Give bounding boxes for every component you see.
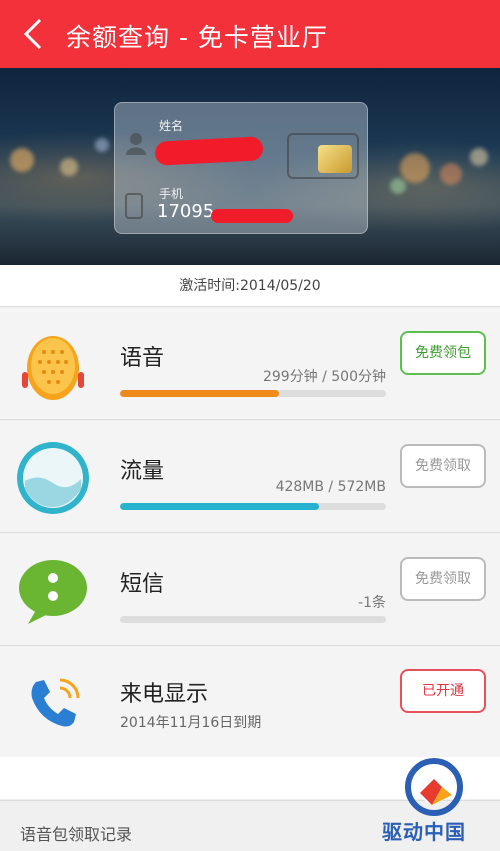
sms-progress-bar <box>120 616 386 623</box>
back-arrow-icon[interactable] <box>16 14 56 54</box>
watermark-logo: 驱动中国 <box>380 757 492 847</box>
voice-row: 语音 299分钟 / 500分钟 免费领包 <box>0 308 500 420</box>
sim-card-banner: 姓名 手机 17095 <box>0 68 500 265</box>
voice-title: 语音 <box>120 346 165 371</box>
caller-id-row: 来电显示 2014年11月16日到期 已开通 <box>0 646 500 758</box>
app-header: 余额查询 - 免卡营业厅 <box>0 0 500 68</box>
voice-usage: 299分钟 / 500分钟 <box>262 369 386 385</box>
sms-usage: -1条 <box>358 595 386 611</box>
data-usage: 428MB / 572MB <box>275 479 386 495</box>
voice-progress-bar <box>120 390 386 397</box>
phone-call-icon <box>31 678 80 727</box>
page-title: 余额查询 - 免卡营业厅 <box>66 23 328 52</box>
free-claim-sms-button[interactable]: 免费领取 <box>400 557 486 601</box>
logo-mark-icon <box>405 758 463 816</box>
sms-title: 短信 <box>120 572 165 597</box>
redaction-mark <box>211 209 293 223</box>
sms-row: 短信 -1条 免费领取 <box>0 534 500 646</box>
phone-label: 手机 <box>159 187 184 201</box>
microphone-icon <box>22 336 84 400</box>
data-row: 流量 428MB / 572MB 免费领取 <box>0 421 500 533</box>
free-claim-package-button[interactable]: 免费领包 <box>400 331 486 375</box>
data-progress-bar <box>120 503 386 510</box>
data-title: 流量 <box>120 459 165 484</box>
free-claim-data-button[interactable]: 免费领取 <box>400 444 486 488</box>
sim-chip <box>287 133 359 179</box>
data-traffic-icon <box>17 442 89 514</box>
sim-card: 姓名 手机 17095 <box>114 102 368 234</box>
record-label: 语音包领取记录 <box>20 825 133 844</box>
message-bubble-icon <box>19 560 87 624</box>
caller-id-expiry: 2014年11月16日到期 <box>120 715 262 731</box>
activation-date: 激活时间:2014/05/20 <box>0 265 500 307</box>
user-icon <box>126 133 146 155</box>
caller-id-title: 来电显示 <box>120 682 209 707</box>
phone-icon <box>125 193 143 219</box>
phone-number: 17095 <box>157 201 215 222</box>
redaction-mark <box>154 136 264 166</box>
name-label: 姓名 <box>159 119 184 133</box>
watermark-text: 驱动中国 <box>382 820 466 844</box>
activated-button[interactable]: 已开通 <box>400 669 486 713</box>
